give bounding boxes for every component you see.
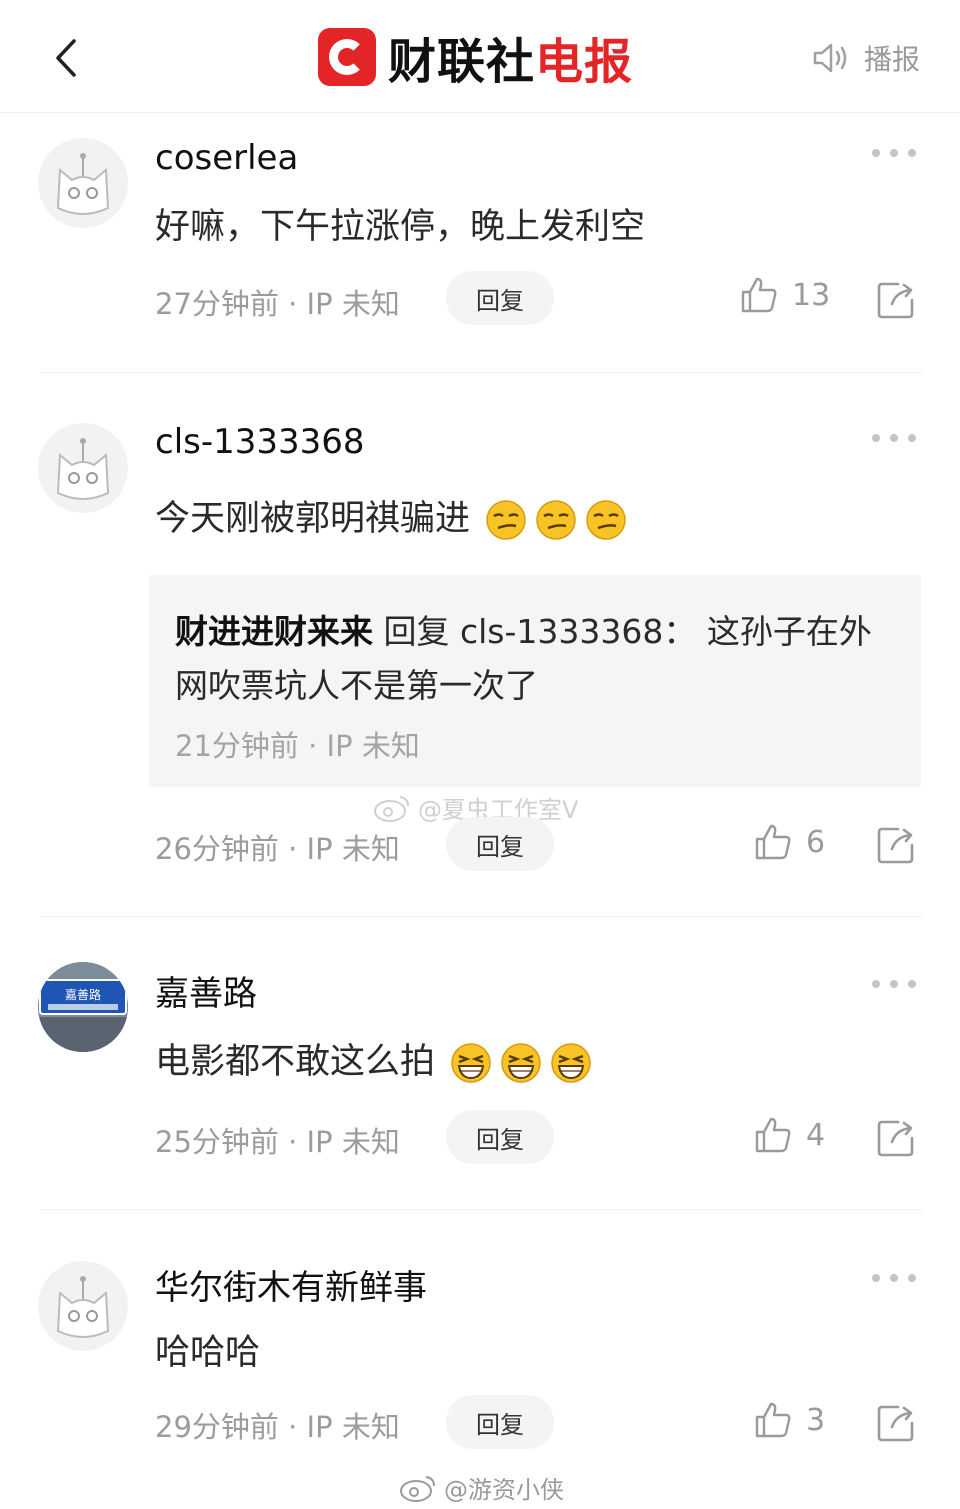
broadcast-label: 播报 (863, 43, 920, 76)
emoji-group (485, 499, 627, 541)
comment-text: 哈哈哈 (155, 1333, 261, 1373)
nested-reply-meta: 21分钟前 · IP 未知 (175, 729, 420, 763)
watermark-text: @游资小侠 (444, 1476, 564, 1504)
nested-reply-text: 财进进财来来 回复 cls-1333368： 这孙子在外网吹票坑人不是第一次了 (175, 605, 895, 713)
brand-section: 电报 (535, 34, 634, 90)
more-options-button[interactable] (872, 428, 916, 448)
more-options-button[interactable] (872, 974, 916, 994)
thumbs-up-icon (755, 1117, 791, 1153)
share-icon[interactable] (876, 280, 916, 320)
grin-emoji (501, 1043, 541, 1083)
back-button[interactable] (44, 30, 88, 86)
thumbs-up-icon (741, 277, 777, 313)
share-icon[interactable] (876, 825, 916, 865)
comment-meta: 27分钟前 · IP 未知 (155, 287, 400, 321)
divider (40, 372, 922, 373)
thumbs-up-icon (755, 824, 791, 860)
comment-text: 好嘛，下午拉涨停，晚上发利空 (155, 207, 646, 247)
like-button[interactable]: 6 (754, 823, 825, 861)
like-count: 13 (792, 277, 831, 313)
brand-name: 财联社 (388, 34, 536, 90)
comment-text-body: 今天刚被郭明祺骗进 (155, 499, 471, 539)
comment-username[interactable]: cls-1333368 (155, 422, 365, 462)
like-button[interactable]: 3 (754, 1401, 825, 1439)
like-button[interactable]: 4 (754, 1116, 825, 1154)
reply-button[interactable]: 回复 (446, 1110, 554, 1164)
weibo-icon (374, 795, 409, 822)
more-options-button[interactable] (872, 143, 916, 163)
divider (40, 1209, 922, 1210)
street-sign-avatar: 嘉善路 (38, 962, 128, 1052)
watermark: @游资小侠 (398, 1470, 564, 1505)
cat-avatar-icon (56, 438, 110, 500)
comment-meta: 26分钟前 · IP 未知 (155, 832, 400, 866)
cls-logo-icon (318, 28, 376, 86)
chevron-left-icon (56, 39, 76, 77)
like-count: 6 (806, 824, 826, 860)
nested-reply[interactable]: 财进进财来来 回复 cls-1333368： 这孙子在外网吹票坑人不是第一次了 … (149, 575, 921, 787)
grin-emoji (451, 1043, 491, 1083)
emoji-group (450, 1042, 592, 1084)
comment-meta: 29分钟前 · IP 未知 (155, 1410, 400, 1444)
like-count: 4 (806, 1117, 826, 1153)
like-count: 3 (806, 1402, 826, 1438)
reply-button[interactable]: 回复 (446, 271, 554, 325)
grin-emoji (551, 1043, 591, 1083)
cat-avatar-icon (56, 1276, 110, 1338)
divider (40, 916, 922, 917)
nested-reply-word: 回复 (373, 612, 460, 651)
comment-username[interactable]: 华尔街木有新鲜事 (155, 1260, 427, 1309)
top-bar: 财联社 电报 播报 (0, 0, 960, 113)
user-avatar[interactable] (38, 1261, 128, 1351)
share-icon[interactable] (876, 1403, 916, 1443)
share-icon[interactable] (876, 1118, 916, 1158)
smirk-emoji (586, 500, 626, 540)
nested-reply-target: cls-1333368： (459, 612, 697, 651)
broadcast-button[interactable]: 播报 (812, 38, 920, 78)
reply-button[interactable]: 回复 (446, 817, 554, 871)
user-avatar[interactable] (38, 423, 128, 513)
comment-text: 电影都不敢这么拍 (155, 1033, 592, 1084)
cat-avatar-icon (56, 153, 110, 215)
smirk-emoji (486, 500, 526, 540)
comment-text: 今天刚被郭明祺骗进 (155, 490, 627, 541)
thumbs-up-icon (755, 1402, 791, 1438)
user-avatar[interactable]: 嘉善路 (38, 962, 128, 1052)
sign-text: 嘉善路 (65, 987, 101, 1002)
weibo-icon (400, 1475, 435, 1502)
reply-button[interactable]: 回复 (446, 1395, 554, 1449)
comment-text-body: 电影都不敢这么拍 (155, 1042, 436, 1082)
like-button[interactable]: 13 (740, 276, 830, 314)
nested-reply-author[interactable]: 财进进财来来 (175, 612, 373, 651)
brand-logo: 财联社 电报 (318, 26, 633, 90)
speaker-icon (813, 43, 847, 73)
smirk-emoji (536, 500, 576, 540)
user-avatar[interactable] (38, 138, 128, 228)
comment-username[interactable]: coserlea (155, 138, 298, 178)
comment-meta: 25分钟前 · IP 未知 (155, 1125, 400, 1159)
comment-username[interactable]: 嘉善路 (155, 966, 257, 1015)
more-options-button[interactable] (872, 1268, 916, 1288)
